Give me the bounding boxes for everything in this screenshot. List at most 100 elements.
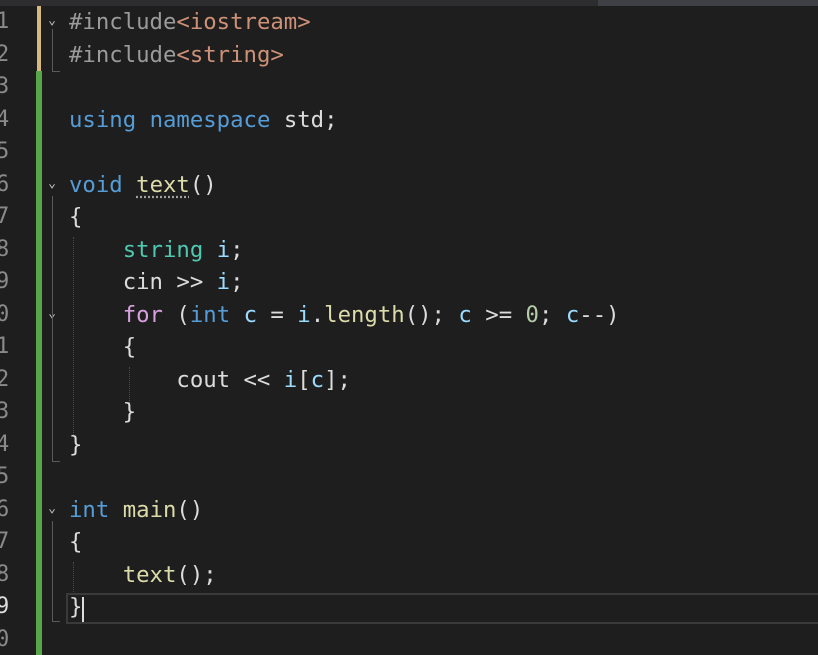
- line-number: 3: [0, 74, 10, 99]
- code-token: std;: [270, 106, 338, 133]
- code-token: int: [69, 496, 110, 523]
- code-token: main: [122, 496, 177, 523]
- code-token: c: [565, 301, 580, 328]
- code-token: c: [458, 301, 472, 328]
- code-line[interactable]: #include<iostream>: [69, 6, 311, 39]
- code-token: ];: [324, 366, 351, 393]
- code-line[interactable]: for (int c = i.length(); c >= 0; c--): [69, 299, 620, 332]
- code-token: .: [310, 301, 325, 328]
- code-token: text: [122, 561, 177, 588]
- line-number: 2: [0, 41, 10, 67]
- line-number: 7: [0, 529, 10, 554]
- fold-end-main: [52, 621, 60, 622]
- code-token: #include: [69, 41, 177, 68]
- code-token: =: [257, 301, 298, 328]
- text-caret: [82, 597, 84, 622]
- code-token: >=: [471, 301, 526, 328]
- current-line-highlight: [66, 593, 818, 624]
- line-number: 1: [0, 334, 10, 359]
- code-token: ;: [230, 269, 244, 295]
- code-token: ;: [538, 301, 566, 328]
- line-number: 4: [0, 106, 10, 132]
- line-number: 5: [0, 464, 10, 489]
- code-line[interactable]: {: [69, 201, 82, 234]
- code-token: cout <<: [69, 366, 284, 393]
- line-number: 0: [0, 626, 10, 652]
- code-token: (): [189, 171, 217, 198]
- code-token: --): [579, 301, 620, 328]
- code-token: {: [69, 529, 83, 555]
- code-token: }: [69, 399, 137, 425]
- fold-end-include: [52, 71, 60, 72]
- code-line[interactable]: #include<string>: [69, 39, 284, 72]
- code-token: length: [324, 301, 405, 328]
- code-line[interactable]: }: [69, 396, 136, 429]
- fold-guide-include: [52, 29, 53, 71]
- unsaved-change-bar: [37, 6, 41, 71]
- code-token: int: [189, 301, 231, 328]
- tab-strip-fragment[interactable]: [598, 0, 818, 6]
- fold-guide-main: [52, 521, 53, 621]
- code-token: 0: [525, 301, 539, 328]
- code-line[interactable]: cin >> i;: [69, 266, 244, 299]
- code-token: {: [69, 334, 137, 360]
- code-line[interactable]: }: [69, 591, 82, 624]
- code-editor[interactable]: 12345678901234567890 ⌄ ⌄ ⌄ ⌄ #include<iostr…: [0, 0, 818, 655]
- code-token: cin >>: [69, 269, 217, 295]
- code-token: i: [297, 301, 311, 328]
- code-token: (: [162, 301, 190, 328]
- code-token: #include: [69, 9, 177, 35]
- code-token: c: [243, 301, 257, 328]
- code-token: text: [136, 171, 190, 198]
- code-token: {: [69, 204, 83, 230]
- line-number: 8: [0, 561, 10, 587]
- line-number: 7: [0, 204, 10, 229]
- line-number: 1: [0, 9, 10, 34]
- code-line[interactable]: {: [69, 331, 136, 364]
- code-token: namespace: [149, 106, 271, 133]
- code-token: i: [283, 366, 298, 393]
- line-number: 4: [0, 431, 10, 457]
- code-line[interactable]: int main(): [69, 494, 203, 527]
- line-number: 6: [0, 171, 10, 197]
- line-number: 2: [0, 366, 10, 392]
- line-number: 5: [0, 139, 10, 164]
- code-line[interactable]: void text(): [69, 169, 217, 202]
- code-token: ;: [230, 236, 244, 263]
- code-token: for: [122, 301, 163, 328]
- code-token: <iostream>: [176, 9, 311, 35]
- code-token: i: [216, 269, 231, 295]
- code-token: string: [122, 236, 204, 263]
- line-number: 9: [0, 594, 10, 619]
- code-token: }: [69, 431, 83, 458]
- fold-guide-for: [52, 326, 53, 426]
- code-token: void: [69, 171, 123, 198]
- code-line[interactable]: string i;: [69, 234, 244, 267]
- code-token: <string>: [176, 41, 284, 68]
- code-token: i: [216, 236, 231, 263]
- line-number: 6: [0, 496, 10, 522]
- code-line[interactable]: }: [69, 429, 82, 462]
- line-number: 8: [0, 236, 10, 262]
- code-token: ();: [176, 561, 217, 588]
- code-token: (): [176, 496, 204, 523]
- code-token: }: [69, 594, 83, 620]
- code-token: ();: [404, 301, 459, 328]
- line-number: 3: [0, 399, 10, 424]
- code-line[interactable]: cout << i[c];: [69, 364, 351, 397]
- fold-end-text: [52, 461, 60, 462]
- code-token: c: [310, 366, 325, 393]
- line-number-gutter: 1 2 3 4 5 6 7 8 9 0 1 2 3 4 5 6 7 8 9 0: [0, 0, 36, 655]
- code-token: [: [297, 366, 311, 393]
- code-line[interactable]: text();: [69, 559, 217, 592]
- code-line[interactable]: {: [69, 526, 82, 559]
- code-line[interactable]: using namespace std;: [69, 104, 338, 137]
